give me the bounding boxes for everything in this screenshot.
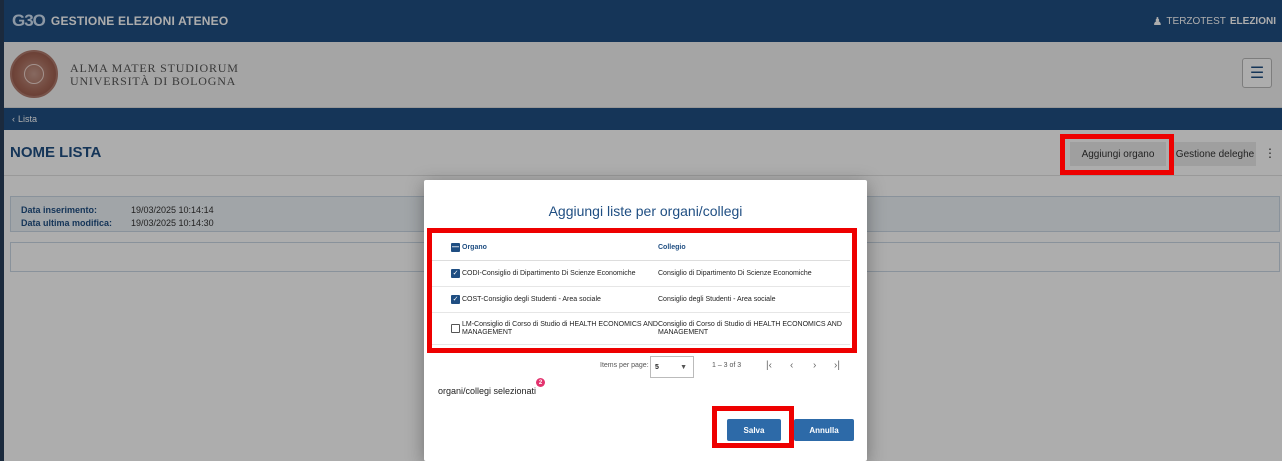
items-per-page-label: Items per page:: [600, 362, 649, 369]
row-checkbox[interactable]: [451, 324, 460, 333]
row-collegio: Consiglio di Dipartimento Di Scienze Eco…: [658, 270, 812, 277]
table-row[interactable]: LM-Consiglio di Corso di Studio di HEALT…: [430, 313, 850, 345]
row-checkbox[interactable]: ✓: [451, 295, 460, 304]
dialog-title: Aggiungi liste per organi/collegi: [548, 203, 743, 219]
column-header-organo: Organo: [462, 244, 487, 251]
previous-page-icon[interactable]: ‹: [790, 360, 793, 371]
column-header-collegio: Collegio: [658, 244, 686, 251]
save-button[interactable]: Salva: [727, 419, 781, 441]
items-per-page-select[interactable]: 5 ▼: [650, 356, 694, 378]
last-page-icon[interactable]: ›|: [834, 360, 840, 371]
add-lists-dialog: Aggiungi liste per organi/collegi — Orga…: [424, 180, 867, 461]
row-collegio: Consiglio degli Studenti - Area sociale: [658, 296, 776, 303]
left-edge-strip: [0, 0, 4, 461]
row-organo: LM-Consiglio di Corso di Studio di HEALT…: [462, 320, 658, 336]
select-all-checkbox[interactable]: —: [451, 243, 460, 252]
row-collegio: Consiglio di Corso di Studio di HEALTH E…: [658, 320, 842, 336]
row-checkbox[interactable]: ✓: [451, 269, 460, 278]
table-row[interactable]: ✓ CODI-Consiglio di Dipartimento Di Scie…: [430, 261, 850, 287]
cancel-button[interactable]: Annulla: [794, 419, 854, 441]
selected-count-label: organi/collegi selezionati: [438, 386, 537, 396]
next-page-icon[interactable]: ›: [813, 360, 816, 371]
page-range-label: 1 – 3 of 3: [712, 362, 742, 369]
table-header: — Organo Collegio: [430, 235, 850, 261]
row-organo: CODI-Consiglio di Dipartimento Di Scienz…: [462, 270, 636, 277]
organs-table: — Organo Collegio ✓ CODI-Consiglio di Di…: [430, 235, 850, 345]
selected-count-badge: 2: [536, 378, 545, 387]
first-page-icon[interactable]: |‹: [766, 360, 772, 371]
dropdown-arrow-icon: ▼: [680, 364, 687, 371]
row-organo: COST-Consiglio degli Studenti - Area soc…: [462, 296, 601, 303]
paginator: Items per page: 5 ▼ 1 – 3 of 3 |‹ ‹ › ›|: [424, 354, 867, 380]
table-row[interactable]: ✓ COST-Consiglio degli Studenti - Area s…: [430, 287, 850, 313]
